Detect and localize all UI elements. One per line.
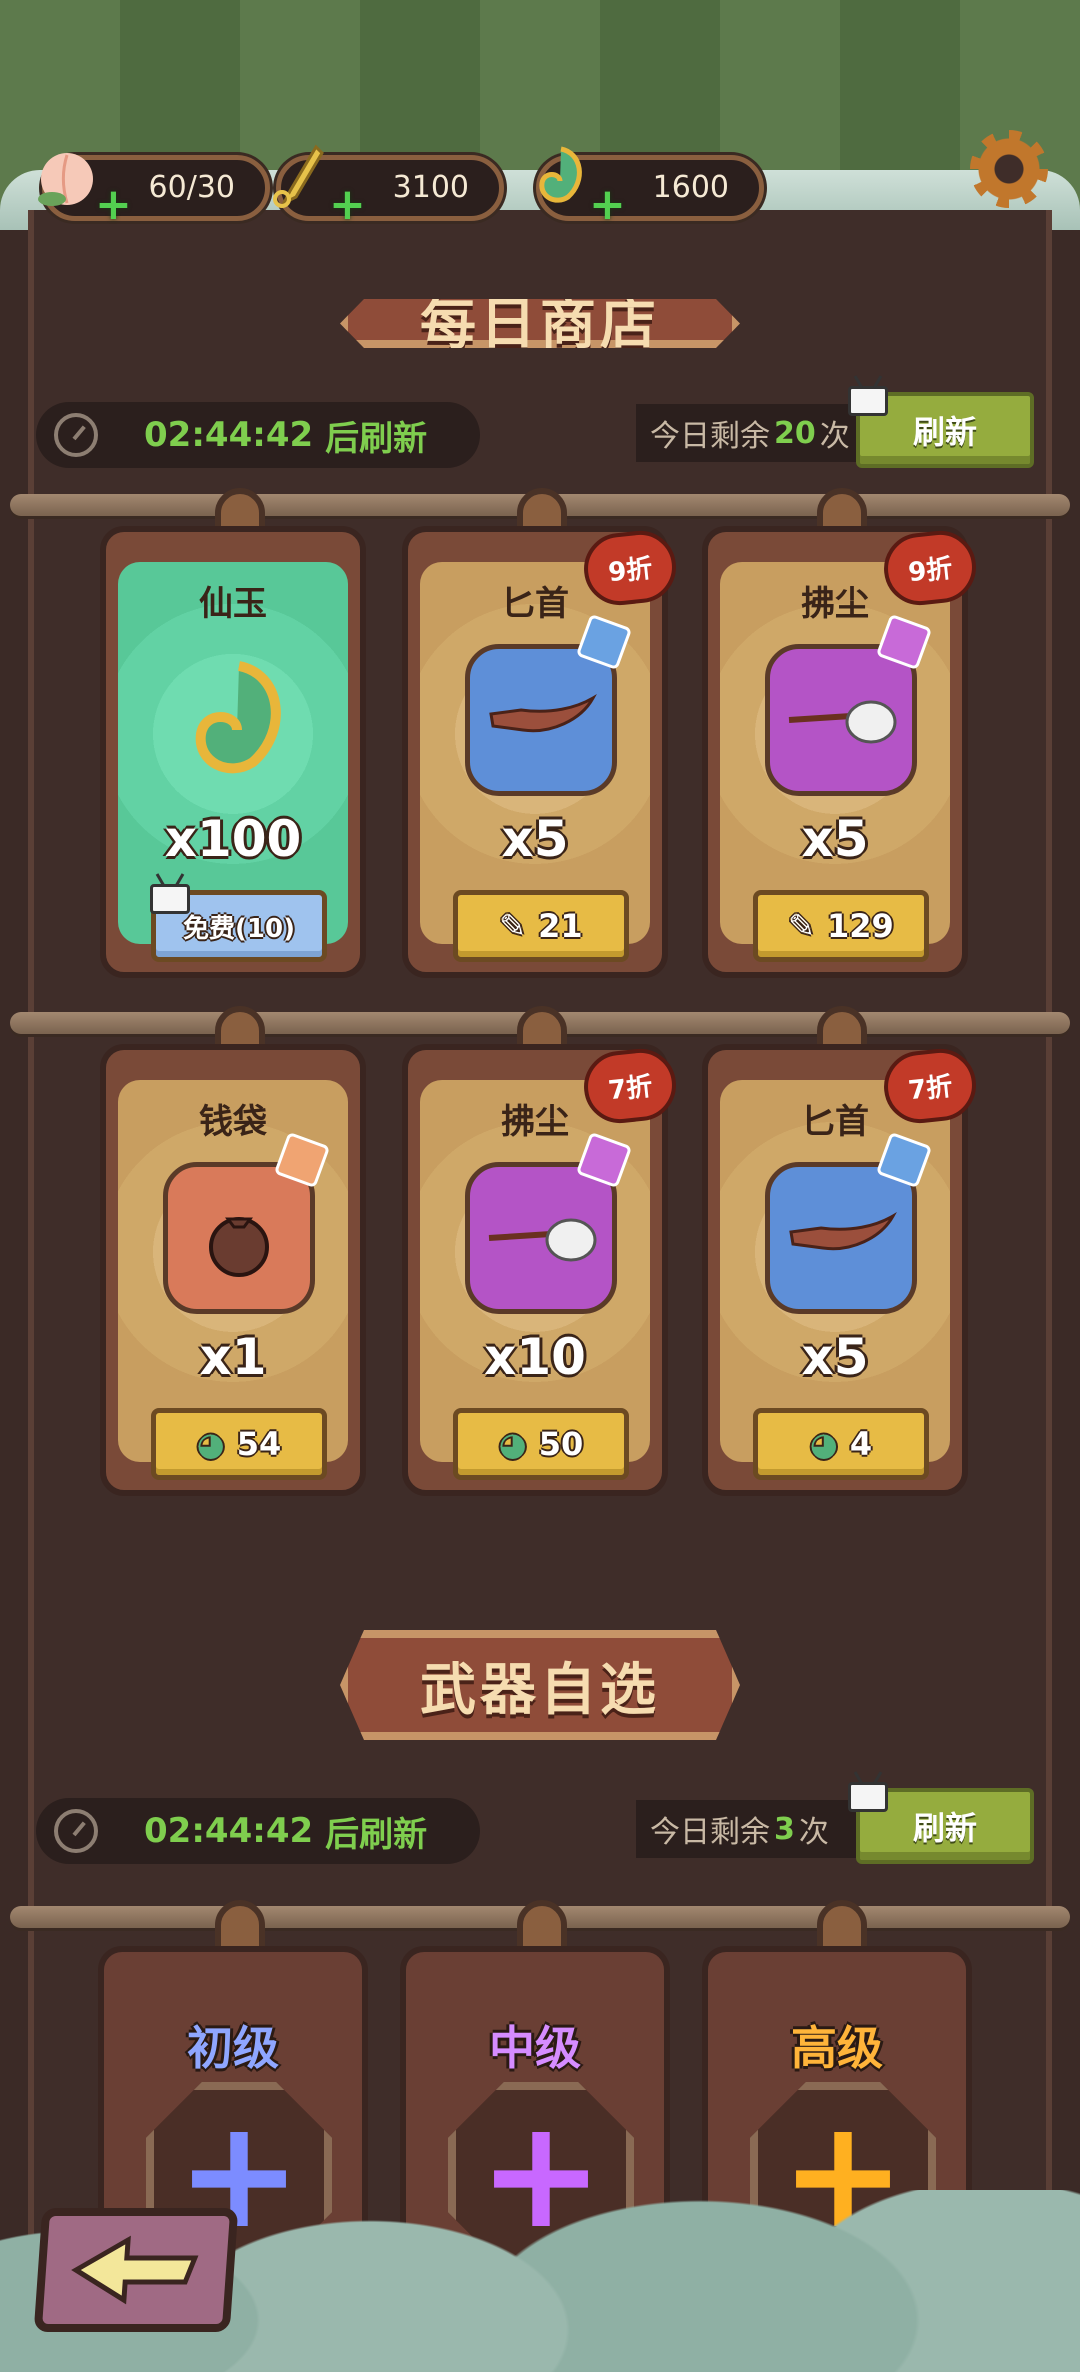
dagger-icon: [765, 1162, 917, 1314]
settings-gear-icon[interactable]: [970, 130, 1048, 208]
tv-ad-icon: [150, 884, 190, 914]
shop1-remaining: 今日剩余 20 次: [636, 404, 866, 462]
jade-icon: ◕: [196, 1425, 225, 1463]
buy-button[interactable]: ✎ 129: [753, 890, 929, 962]
hanger: [215, 1900, 265, 1952]
jade-icon: ◕: [809, 1425, 838, 1463]
back-button[interactable]: [33, 2208, 239, 2332]
add-peach-icon[interactable]: +: [95, 183, 132, 227]
resource-jade[interactable]: + 1600: [536, 146, 764, 227]
resource-scroll[interactable]: + 3100: [273, 144, 504, 227]
tier-label: 初级: [187, 2021, 279, 2075]
hanger: [817, 1900, 867, 1952]
clock-icon: [54, 1809, 98, 1853]
tv-ad-icon: [848, 1782, 888, 1812]
buy-button[interactable]: ◕ 4: [753, 1408, 929, 1480]
shop-item-card[interactable]: 拂尘 x5 ✎ 129 9折: [702, 526, 980, 978]
tier-label: 高级: [791, 2021, 883, 2075]
weapon-select-banner: 武器自选: [340, 1630, 740, 1740]
buy-button[interactable]: ✎ 21: [453, 890, 629, 962]
tier-label: 中级: [489, 2021, 581, 2075]
whisk-icon: [465, 1162, 617, 1314]
shop-item-card[interactable]: 拂尘 x10 ◕ 50 7折: [402, 1044, 680, 1496]
resource-peach[interactable]: + 60/30: [38, 153, 270, 227]
shop-item-card[interactable]: 匕首 x5 ◕ 4 7折: [702, 1044, 980, 1496]
dagger-icon: [465, 644, 617, 796]
shop2-remaining: 今日剩余 3 次: [636, 1800, 866, 1858]
buy-button[interactable]: ◕ 50: [453, 1408, 629, 1480]
hanger: [517, 1900, 567, 1952]
jade-icon: [163, 644, 315, 796]
shop-item-card[interactable]: 钱袋 x1 ◕ 54: [100, 1044, 366, 1496]
scroll-icon: ✎: [499, 907, 527, 945]
shop-item-card[interactable]: 仙玉 x100 免费(10): [100, 526, 366, 978]
shop2-refresh-timer: 02:44:42 后刷新: [36, 1798, 480, 1864]
back-arrow-icon: [71, 2235, 199, 2305]
add-scroll-icon[interactable]: +: [329, 183, 366, 227]
buy-button[interactable]: ◕ 54: [151, 1408, 327, 1480]
add-jade-icon[interactable]: +: [589, 183, 626, 227]
money-bag-icon: [163, 1162, 315, 1314]
whisk-icon: [765, 644, 917, 796]
clock-icon: [54, 413, 98, 457]
tv-ad-icon: [848, 386, 888, 416]
jade-icon: ◕: [498, 1425, 527, 1463]
shop-item-card[interactable]: 匕首 x5 ✎ 21 9折: [402, 526, 680, 978]
scroll-icon: ✎: [788, 907, 815, 945]
shop1-refresh-timer: 02:44:42 后刷新: [36, 402, 480, 468]
